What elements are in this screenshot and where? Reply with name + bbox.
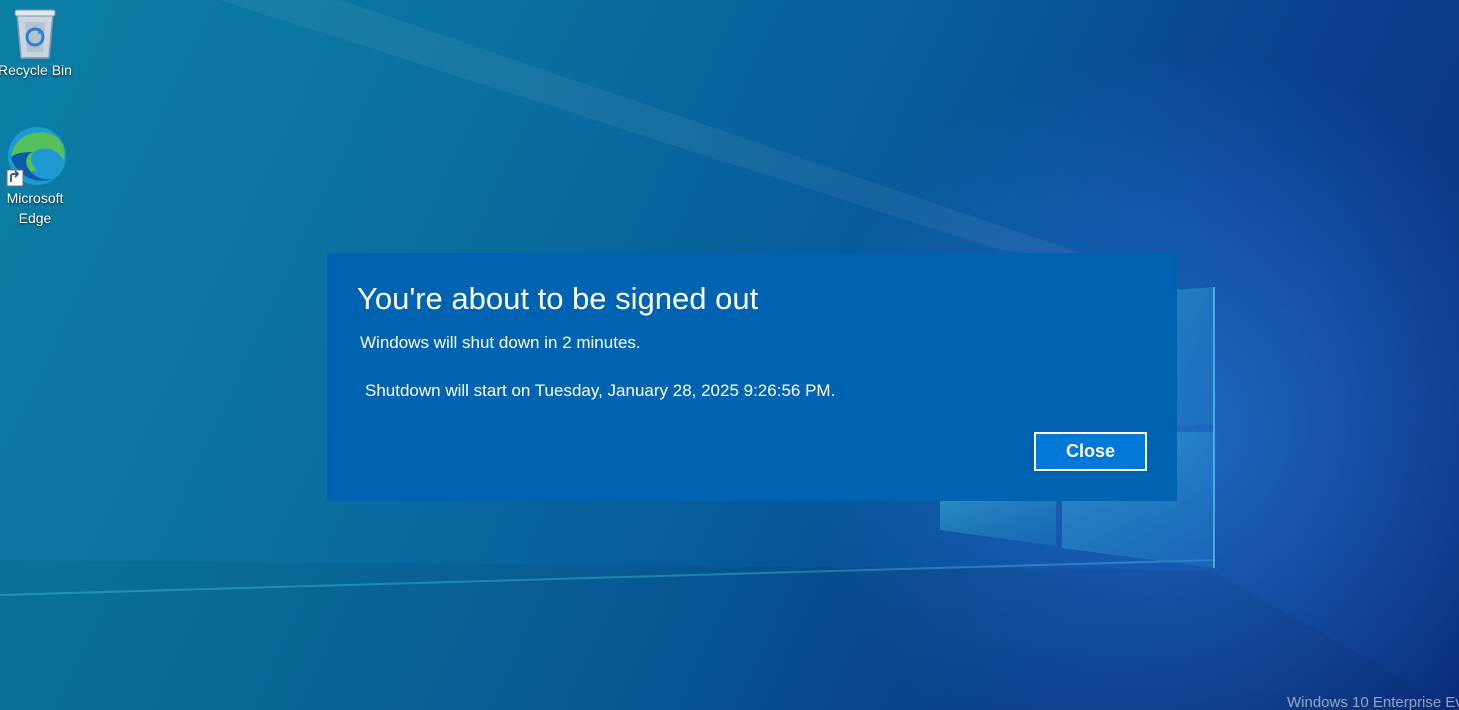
desktop-icon-microsoft-edge[interactable]: Microsoft Edge: [0, 124, 73, 228]
desktop-icon-label: Recycle Bin: [0, 62, 72, 78]
recycle-bin-icon: [14, 9, 56, 59]
edge-icon: [6, 127, 66, 187]
sign-out-dialog: You're about to be signed out Windows wi…: [327, 253, 1177, 501]
dialog-message: Windows will shut down in 2 minutes.: [360, 333, 641, 352]
close-button[interactable]: Close: [1034, 432, 1147, 471]
desktop-icon-label: Microsoft Edge: [6, 190, 64, 226]
shortcut-arrow-icon: [6, 169, 24, 187]
dialog-shutdown-time: Shutdown will start on Tuesday, January …: [365, 381, 836, 400]
dialog-title: You're about to be signed out: [357, 281, 759, 316]
desktop-icon-recycle-bin[interactable]: Recycle Bin: [0, 4, 73, 80]
windows-edition-watermark: Windows 10 Enterprise Ev: [1287, 694, 1459, 710]
